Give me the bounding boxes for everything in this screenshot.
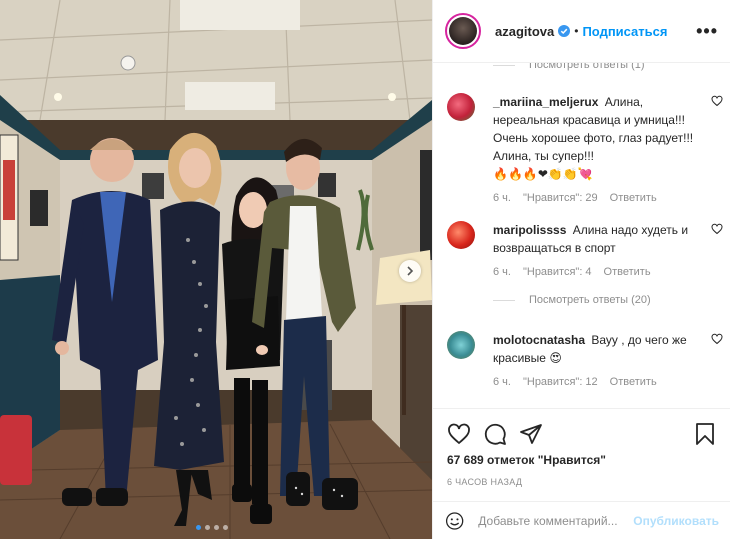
post-photo[interactable] bbox=[0, 0, 432, 539]
comment-avatar[interactable] bbox=[447, 221, 475, 249]
avatar[interactable] bbox=[445, 13, 481, 49]
like-heart-icon[interactable] bbox=[447, 422, 471, 446]
comment-likes[interactable]: "Нравится": 29 bbox=[523, 192, 598, 204]
heart-icon[interactable] bbox=[711, 95, 723, 107]
post-username[interactable]: azagitova bbox=[495, 24, 554, 39]
comment-reply-button[interactable]: Ответить bbox=[610, 376, 657, 388]
likes-number: 67 689 bbox=[447, 453, 484, 467]
view-replies-top[interactable]: Посмотреть ответы (1) bbox=[493, 63, 645, 71]
comment-avatar[interactable] bbox=[447, 331, 475, 359]
comments-list[interactable]: Посмотреть ответы (1) _mariina_meljerux … bbox=[433, 63, 730, 408]
comment-bubble-icon[interactable] bbox=[483, 422, 507, 446]
comment-item: _mariina_meljerux Алина, нереальная крас… bbox=[447, 93, 723, 204]
likes-count[interactable]: 67 689 отметок "Нравится" bbox=[433, 449, 730, 467]
comment-avatar[interactable] bbox=[447, 93, 475, 121]
photo-image bbox=[0, 0, 432, 539]
verified-badge-icon bbox=[558, 25, 571, 37]
comment-time: 6 ч. bbox=[493, 192, 511, 204]
comment-username[interactable]: _mariina_meljerux bbox=[493, 95, 598, 109]
comment-input[interactable] bbox=[478, 513, 634, 528]
carousel-next-button[interactable] bbox=[399, 260, 421, 282]
post-actions: 67 689 отметок "Нравится" 6 часов назад bbox=[433, 408, 730, 508]
view-replies-label: Посмотреть ответы (20) bbox=[529, 294, 651, 306]
emoji-smile-icon[interactable] bbox=[445, 509, 464, 533]
view-replies-label: Посмотреть ответы (1) bbox=[529, 63, 645, 71]
comment-emoji: 🔥🔥🔥❤👏👏💘 bbox=[493, 167, 593, 181]
comment-time: 6 ч. bbox=[493, 376, 511, 388]
share-plane-icon[interactable] bbox=[519, 422, 543, 446]
comment-reply-button[interactable]: Ответить bbox=[604, 266, 651, 278]
heart-icon[interactable] bbox=[711, 223, 723, 235]
heart-icon[interactable] bbox=[711, 333, 723, 345]
comment-likes[interactable]: "Нравится": 12 bbox=[523, 376, 598, 388]
comment-reply-button[interactable]: Ответить bbox=[610, 192, 657, 204]
carousel-dot bbox=[196, 525, 201, 530]
chevron-right-icon bbox=[407, 266, 414, 276]
publish-button[interactable]: Опубликовать bbox=[633, 514, 719, 528]
comment-likes[interactable]: "Нравится": 4 bbox=[523, 266, 592, 278]
add-comment-bar: Опубликовать bbox=[433, 501, 730, 539]
header-separator: • bbox=[574, 24, 579, 38]
comment-username[interactable]: maripolissss bbox=[493, 223, 566, 237]
comment-username[interactable]: molotocnatasha bbox=[493, 333, 585, 347]
carousel-dot bbox=[214, 525, 219, 530]
comment-emoji: 😍 bbox=[549, 351, 562, 365]
comment-time: 6 ч. bbox=[493, 266, 511, 278]
comment-item: maripolissss Алина надо худеть и возвращ… bbox=[447, 221, 723, 306]
carousel-dot bbox=[223, 525, 228, 530]
likes-label: отметок "Нравится" bbox=[487, 453, 606, 467]
follow-button[interactable]: Подписаться bbox=[582, 24, 667, 39]
carousel-dots bbox=[196, 525, 228, 530]
post-time[interactable]: 6 часов назад bbox=[433, 467, 730, 487]
post-side-panel: azagitova • Подписаться ••• Посмотреть о… bbox=[432, 0, 730, 539]
post-header: azagitova • Подписаться ••• bbox=[433, 0, 730, 63]
carousel-dot bbox=[205, 525, 210, 530]
bookmark-icon[interactable] bbox=[693, 422, 717, 446]
comment-item: molotocnatasha Вауу , до чего же красивы… bbox=[447, 331, 723, 388]
more-options-icon[interactable]: ••• bbox=[696, 21, 718, 42]
view-replies-button[interactable]: Посмотреть ответы (20) bbox=[493, 294, 717, 306]
